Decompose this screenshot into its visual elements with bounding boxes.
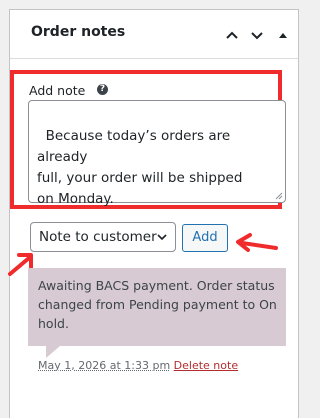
chevron-down-icon[interactable]: [250, 28, 264, 42]
add-note-label: Add note: [29, 83, 86, 98]
note-type-select[interactable]: Note to customer: [30, 222, 176, 252]
panel-title: Order notes: [31, 24, 126, 40]
order-note-text: Awaiting BACS payment. Order status chan…: [38, 278, 277, 331]
delete-note-link[interactable]: Delete note: [174, 359, 238, 372]
chevron-down-icon: [157, 234, 167, 241]
note-type-value: Note to customer: [39, 229, 157, 245]
note-date: May 1, 2026 at 1:33 pm: [38, 359, 171, 372]
note-textarea[interactable]: Because today’s orders are already full,…: [28, 100, 286, 207]
note-meta: May 1, 2026 at 1:33 pm Delete note: [38, 359, 238, 372]
arrow-icon: [236, 233, 278, 252]
chevron-up-icon[interactable]: [225, 28, 239, 42]
triangle-up-icon[interactable]: [276, 28, 290, 42]
panel-header: Order notes: [10, 10, 298, 59]
help-icon[interactable]: ?: [97, 84, 108, 95]
note-bubble-tail: [46, 346, 60, 358]
order-note: Awaiting BACS payment. Order status chan…: [28, 268, 286, 346]
add-note-button[interactable]: Add: [182, 224, 228, 252]
resize-grip-icon[interactable]: [275, 192, 283, 200]
note-textarea-value: Because today’s orders are already full,…: [37, 128, 243, 207]
